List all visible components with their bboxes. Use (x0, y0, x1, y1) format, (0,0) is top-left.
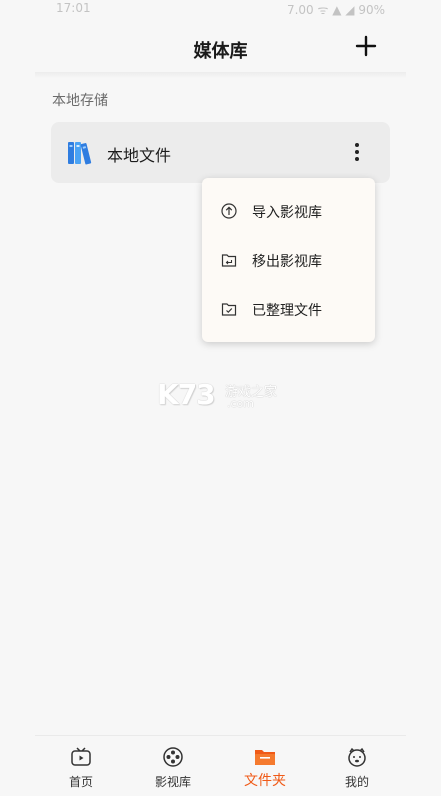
books-folder-icon (67, 140, 93, 166)
menu-item-label: 移出影视库 (252, 254, 322, 270)
more-vertical-icon[interactable] (350, 140, 364, 166)
watermark-domain: .com (227, 397, 254, 410)
status-time: 17:01 (56, 1, 91, 15)
local-files-label: 本地文件 (107, 146, 172, 165)
menu-item-organized[interactable]: 已整理文件 (202, 284, 375, 334)
menu-item-label: 已整理文件 (252, 303, 322, 319)
tab-label: 影视库 (154, 775, 191, 789)
upload-icon (221, 203, 237, 219)
menu-item-remove[interactable]: 移出影视库 (202, 235, 375, 285)
menu-item-label: 导入影视库 (252, 205, 322, 221)
folder-return-icon (221, 252, 237, 268)
tab-label: 首页 (68, 775, 93, 789)
tab-folder[interactable]: 文件夹 (219, 736, 311, 796)
status-indicators: 7.00 ᯤ ▲ ◢ 90% (286, 3, 385, 17)
tv-icon (70, 746, 92, 768)
folder-icon (254, 746, 276, 768)
tab-mine[interactable]: 我的 (311, 736, 403, 796)
watermark: K73 游戏之家 .com (157, 378, 287, 412)
bottom-tab-bar: 首页 影视库 文件夹 我的 (35, 735, 406, 796)
local-files-card[interactable]: 本地文件 (51, 122, 390, 183)
plus-icon[interactable] (352, 32, 380, 60)
tab-media-library[interactable]: 影视库 (127, 736, 219, 796)
bear-face-icon (346, 746, 368, 768)
tab-home[interactable]: 首页 (35, 736, 127, 796)
section-title: 本地存储 (52, 93, 108, 109)
context-menu: 导入影视库 移出影视库 已整理文件 (202, 178, 375, 342)
folder-check-icon (221, 301, 237, 317)
tab-label: 我的 (344, 775, 369, 789)
film-reel-icon (162, 746, 184, 768)
status-bar: 17:01 7.00 ᯤ ▲ ◢ 90% (0, 0, 441, 20)
watermark-brand: K73 (157, 378, 216, 411)
header-divider (35, 72, 406, 78)
app-header: 媒体库 (0, 22, 441, 72)
tab-label: 文件夹 (244, 773, 286, 789)
menu-item-import[interactable]: 导入影视库 (202, 186, 375, 236)
